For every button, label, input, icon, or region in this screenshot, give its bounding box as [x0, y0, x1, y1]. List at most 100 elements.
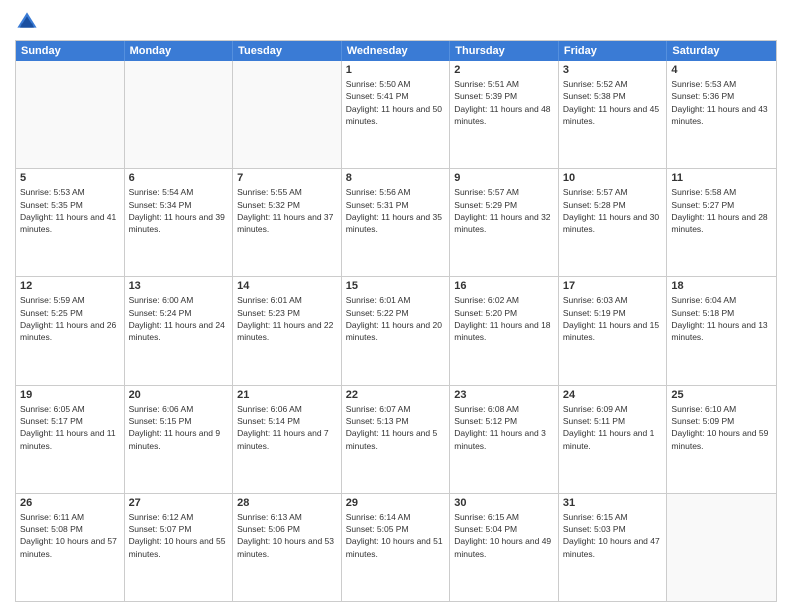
day-info: Sunrise: 6:08 AM Sunset: 5:12 PM Dayligh…	[454, 403, 554, 452]
day-cell-18: 18 Sunrise: 6:04 AM Sunset: 5:18 PM Dayli…	[667, 277, 776, 384]
day-number: 28	[237, 497, 337, 509]
day-number: 24	[563, 389, 663, 401]
day-cell-10: 10Sunrise: 5:57 AM Sunset: 5:28 PM Dayli…	[559, 169, 668, 276]
day-number: 23	[454, 389, 554, 401]
day-cell-26: 26 Sunrise: 6:11 AM Sunset: 5:08 PM Dayli…	[16, 494, 125, 601]
day-number: 22	[346, 389, 446, 401]
day-header-sunday: Sunday	[16, 41, 125, 61]
day-cell-7: 7 Sunrise: 5:55 AM Sunset: 5:32 PM Daylig…	[233, 169, 342, 276]
day-cell-29: 29 Sunrise: 6:14 AM Sunset: 5:05 PM Dayli…	[342, 494, 451, 601]
day-cell-13: 13 Sunrise: 6:00 AM Sunset: 5:24 PM Dayli…	[125, 277, 234, 384]
day-header-saturday: Saturday	[667, 41, 776, 61]
day-cell-21: 21 Sunrise: 6:06 AM Sunset: 5:14 PM Dayli…	[233, 386, 342, 493]
day-info: Sunrise: 6:01 AM Sunset: 5:23 PM Dayligh…	[237, 294, 337, 343]
day-cell-2: 2 Sunrise: 5:51 AM Sunset: 5:39 PM Daylig…	[450, 61, 559, 168]
day-cell-12: 12 Sunrise: 5:59 AM Sunset: 5:25 PM Dayli…	[16, 277, 125, 384]
day-cell-31: 31 Sunrise: 6:15 AM Sunset: 5:03 PM Dayli…	[559, 494, 668, 601]
day-number: 26	[20, 497, 120, 509]
day-info: Sunrise: 6:10 AM Sunset: 5:09 PM Dayligh…	[671, 403, 772, 452]
day-number: 9	[454, 172, 554, 184]
day-number: 13	[129, 280, 229, 292]
day-number: 18	[671, 280, 772, 292]
day-header-tuesday: Tuesday	[233, 41, 342, 61]
day-info: Sunrise: 5:57 AM Sunset: 5:29 PM Dayligh…	[454, 186, 554, 235]
week-row-3: 19 Sunrise: 6:05 AM Sunset: 5:17 PM Dayli…	[16, 385, 776, 493]
day-cell-16: 16 Sunrise: 6:02 AM Sunset: 5:20 PM Dayli…	[450, 277, 559, 384]
day-info: Sunrise: 6:05 AM Sunset: 5:17 PM Dayligh…	[20, 403, 120, 452]
logo-icon	[15, 10, 39, 34]
day-info: Sunrise: 5:53 AM Sunset: 5:36 PM Dayligh…	[671, 78, 772, 127]
week-row-2: 12 Sunrise: 5:59 AM Sunset: 5:25 PM Dayli…	[16, 276, 776, 384]
week-row-1: 5 Sunrise: 5:53 AM Sunset: 5:35 PM Daylig…	[16, 168, 776, 276]
day-info: Sunrise: 5:53 AM Sunset: 5:35 PM Dayligh…	[20, 186, 120, 235]
day-info: Sunrise: 5:51 AM Sunset: 5:39 PM Dayligh…	[454, 78, 554, 127]
day-header-wednesday: Wednesday	[342, 41, 451, 61]
day-info: Sunrise: 6:03 AM Sunset: 5:19 PM Dayligh…	[563, 294, 663, 343]
day-cell-15: 15 Sunrise: 6:01 AM Sunset: 5:22 PM Dayli…	[342, 277, 451, 384]
day-number: 5	[20, 172, 120, 184]
day-number: 25	[671, 389, 772, 401]
day-info: Sunrise: 5:56 AM Sunset: 5:31 PM Dayligh…	[346, 186, 446, 235]
day-info: Sunrise: 6:15 AM Sunset: 5:04 PM Dayligh…	[454, 511, 554, 560]
day-header-friday: Friday	[559, 41, 668, 61]
day-cell-30: 30 Sunrise: 6:15 AM Sunset: 5:04 PM Dayli…	[450, 494, 559, 601]
day-number: 15	[346, 280, 446, 292]
day-info: Sunrise: 6:12 AM Sunset: 5:07 PM Dayligh…	[129, 511, 229, 560]
day-number: 2	[454, 64, 554, 76]
day-cell-empty	[667, 494, 776, 601]
day-number: 16	[454, 280, 554, 292]
day-info: Sunrise: 6:11 AM Sunset: 5:08 PM Dayligh…	[20, 511, 120, 560]
day-info: Sunrise: 6:02 AM Sunset: 5:20 PM Dayligh…	[454, 294, 554, 343]
day-cell-14: 14 Sunrise: 6:01 AM Sunset: 5:23 PM Dayli…	[233, 277, 342, 384]
day-info: Sunrise: 5:59 AM Sunset: 5:25 PM Dayligh…	[20, 294, 120, 343]
day-headers: SundayMondayTuesdayWednesdayThursdayFrid…	[16, 41, 776, 61]
day-cell-22: 22 Sunrise: 6:07 AM Sunset: 5:13 PM Dayli…	[342, 386, 451, 493]
day-info: Sunrise: 6:07 AM Sunset: 5:13 PM Dayligh…	[346, 403, 446, 452]
calendar-page: SundayMondayTuesdayWednesdayThursdayFrid…	[0, 0, 792, 612]
day-number: 10	[563, 172, 663, 184]
day-info: Sunrise: 5:55 AM Sunset: 5:32 PM Dayligh…	[237, 186, 337, 235]
day-number: 21	[237, 389, 337, 401]
day-number: 4	[671, 64, 772, 76]
day-number: 7	[237, 172, 337, 184]
day-cell-23: 23 Sunrise: 6:08 AM Sunset: 5:12 PM Dayli…	[450, 386, 559, 493]
day-cell-1: 1Sunrise: 5:50 AM Sunset: 5:41 PM Daylig…	[342, 61, 451, 168]
day-info: Sunrise: 6:14 AM Sunset: 5:05 PM Dayligh…	[346, 511, 446, 560]
day-number: 1	[346, 64, 446, 76]
day-number: 3	[563, 64, 663, 76]
calendar: SundayMondayTuesdayWednesdayThursdayFrid…	[15, 40, 777, 602]
day-header-thursday: Thursday	[450, 41, 559, 61]
day-cell-empty	[16, 61, 125, 168]
day-info: Sunrise: 6:06 AM Sunset: 5:14 PM Dayligh…	[237, 403, 337, 452]
calendar-body: 1Sunrise: 5:50 AM Sunset: 5:41 PM Daylig…	[16, 61, 776, 601]
day-cell-6: 6Sunrise: 5:54 AM Sunset: 5:34 PM Daylig…	[125, 169, 234, 276]
day-cell-24: 24 Sunrise: 6:09 AM Sunset: 5:11 PM Dayli…	[559, 386, 668, 493]
day-info: Sunrise: 6:00 AM Sunset: 5:24 PM Dayligh…	[129, 294, 229, 343]
week-row-0: 1Sunrise: 5:50 AM Sunset: 5:41 PM Daylig…	[16, 61, 776, 168]
day-cell-9: 9 Sunrise: 5:57 AM Sunset: 5:29 PM Daylig…	[450, 169, 559, 276]
day-number: 31	[563, 497, 663, 509]
day-cell-empty	[233, 61, 342, 168]
day-cell-5: 5 Sunrise: 5:53 AM Sunset: 5:35 PM Daylig…	[16, 169, 125, 276]
day-cell-28: 28Sunrise: 6:13 AM Sunset: 5:06 PM Dayli…	[233, 494, 342, 601]
day-cell-27: 27Sunrise: 6:12 AM Sunset: 5:07 PM Dayli…	[125, 494, 234, 601]
day-number: 14	[237, 280, 337, 292]
day-info: Sunrise: 6:09 AM Sunset: 5:11 PM Dayligh…	[563, 403, 663, 452]
day-number: 19	[20, 389, 120, 401]
day-cell-4: 4 Sunrise: 5:53 AM Sunset: 5:36 PM Daylig…	[667, 61, 776, 168]
day-number: 11	[671, 172, 772, 184]
day-number: 12	[20, 280, 120, 292]
day-info: Sunrise: 6:04 AM Sunset: 5:18 PM Dayligh…	[671, 294, 772, 343]
day-number: 6	[129, 172, 229, 184]
day-info: Sunrise: 6:15 AM Sunset: 5:03 PM Dayligh…	[563, 511, 663, 560]
day-cell-8: 8Sunrise: 5:56 AM Sunset: 5:31 PM Daylig…	[342, 169, 451, 276]
day-cell-17: 17Sunrise: 6:03 AM Sunset: 5:19 PM Dayli…	[559, 277, 668, 384]
day-number: 29	[346, 497, 446, 509]
day-info: Sunrise: 6:01 AM Sunset: 5:22 PM Dayligh…	[346, 294, 446, 343]
header	[15, 10, 777, 34]
week-row-4: 26 Sunrise: 6:11 AM Sunset: 5:08 PM Dayli…	[16, 493, 776, 601]
day-info: Sunrise: 6:06 AM Sunset: 5:15 PM Dayligh…	[129, 403, 229, 452]
day-number: 30	[454, 497, 554, 509]
day-header-monday: Monday	[125, 41, 234, 61]
day-number: 20	[129, 389, 229, 401]
